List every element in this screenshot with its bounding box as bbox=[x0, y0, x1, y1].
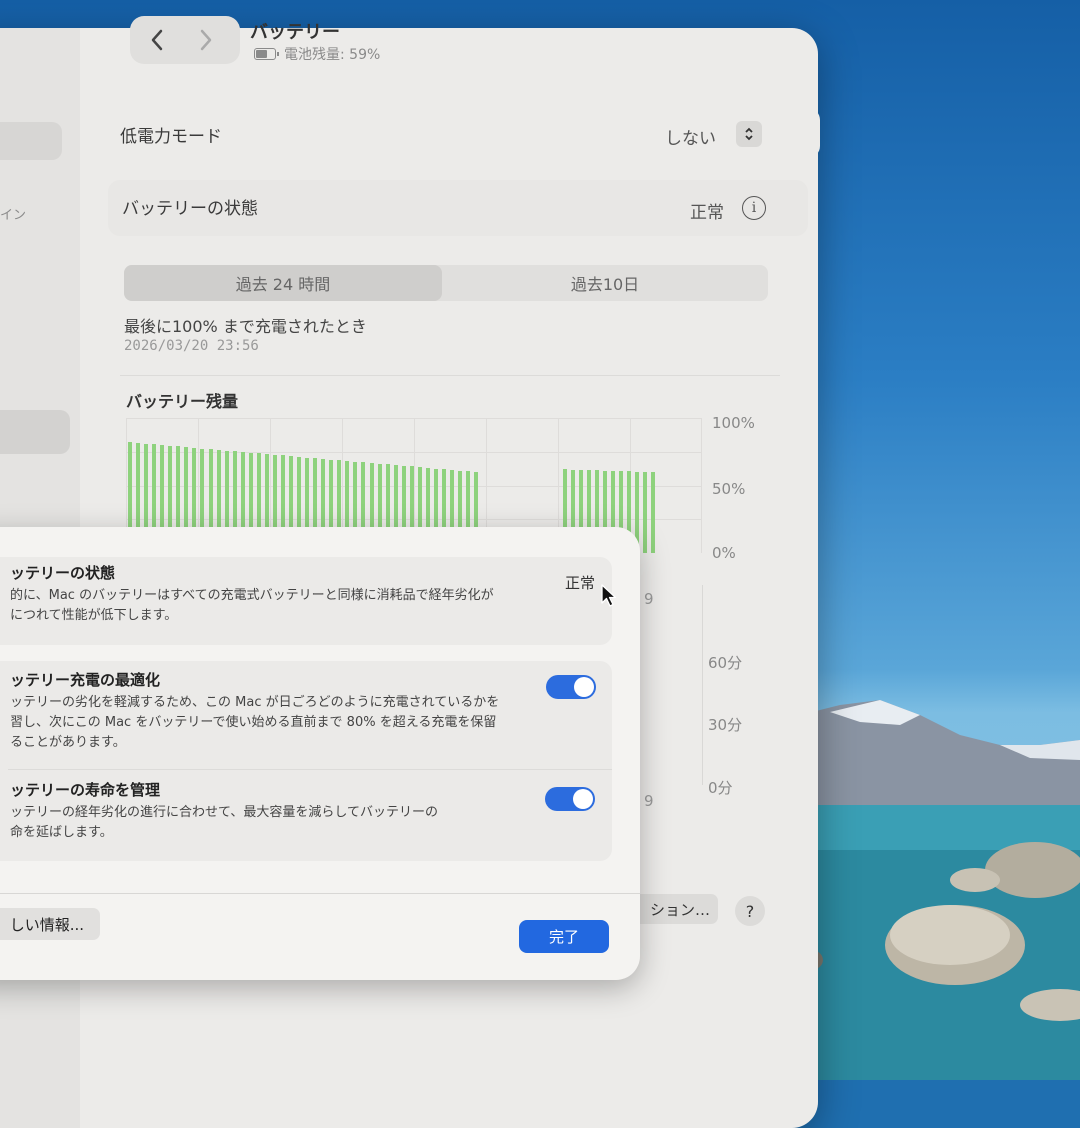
low-power-mode-label: 低電力モード bbox=[120, 127, 222, 147]
y-tick-label: 30分 bbox=[708, 716, 743, 734]
card-title: ッテリーの状態 bbox=[10, 564, 116, 582]
x-tick-label: 9 bbox=[644, 792, 654, 810]
battery-health-status: 正常 bbox=[565, 574, 596, 592]
back-button[interactable] bbox=[137, 22, 177, 58]
chart-axis-line bbox=[702, 585, 703, 785]
manage-battery-longevity-toggle[interactable] bbox=[545, 787, 595, 811]
sidebar-item-battery-selected[interactable] bbox=[0, 410, 70, 454]
battery-level-bar bbox=[643, 471, 648, 553]
sidebar-item-label[interactable]: イン bbox=[0, 204, 26, 223]
done-button[interactable]: 完了 bbox=[519, 920, 609, 953]
battery-health-card: ッテリーの状態 正常 的に、Mac のバッテリーはすべての充電式バッテリーと同様… bbox=[0, 557, 612, 645]
battery-health-value: 正常 bbox=[690, 203, 724, 223]
mouse-cursor-icon bbox=[601, 584, 617, 607]
page-title: バッテリー bbox=[250, 22, 340, 43]
divider bbox=[8, 769, 612, 770]
battery-health-sheet: ッテリーの状態 正常 的に、Mac のバッテリーはすべての充電式バッテリーと同様… bbox=[0, 527, 640, 980]
battery-level-status: 電池残量: 59% bbox=[254, 44, 380, 64]
chevron-right-icon bbox=[200, 29, 212, 51]
low-power-mode-row: 低電力モード しない bbox=[120, 108, 820, 158]
low-power-mode-popup-button[interactable] bbox=[736, 121, 762, 147]
card-description: ッテリーの経年劣化の進行に合わせて、最大容量を減らしてバッテリーの 命を延ばしま… bbox=[10, 805, 438, 840]
divider bbox=[120, 375, 780, 376]
card-title: ッテリーの寿命を管理 bbox=[10, 781, 161, 799]
x-tick-label: 9 bbox=[644, 590, 654, 608]
grid-line bbox=[701, 418, 702, 553]
battery-level-bar bbox=[651, 472, 656, 553]
footer-divider bbox=[0, 893, 640, 894]
last-full-charge-date: 2026/03/20 23:56 bbox=[124, 338, 259, 354]
y-tick-label: 100% bbox=[712, 414, 755, 432]
card-title: ッテリー充電の最適化 bbox=[10, 671, 161, 689]
tab-last-24-hours[interactable]: 過去 24 時間 bbox=[124, 265, 442, 301]
y-tick-label: 0% bbox=[712, 544, 736, 562]
optimized-charging-toggle[interactable] bbox=[546, 675, 596, 699]
battery-health-row: バッテリーの状態 正常 i bbox=[108, 180, 808, 236]
battery-level-chart-title: バッテリー残量 bbox=[126, 392, 239, 411]
last-full-charge-label: 最後に100% まで充電されたとき bbox=[124, 317, 367, 336]
battery-level-text: 電池残量: 59% bbox=[284, 47, 381, 63]
y-tick-label: 50% bbox=[712, 480, 746, 498]
info-icon[interactable]: i bbox=[742, 196, 766, 220]
help-button[interactable]: ? bbox=[735, 896, 765, 926]
y-tick-label: 60分 bbox=[708, 654, 743, 672]
charging-options-group: ッテリー充電の最適化 ッテリーの劣化を軽減するため、この Mac が日ごろどのよ… bbox=[0, 661, 612, 861]
low-power-mode-value[interactable]: しない bbox=[665, 124, 716, 149]
tab-last-10-days[interactable]: 過去10日 bbox=[442, 265, 768, 301]
chevron-left-icon bbox=[151, 29, 163, 51]
sidebar-search-field[interactable] bbox=[0, 122, 62, 160]
y-tick-label: 0分 bbox=[708, 779, 733, 797]
card-description: 的に、Mac のバッテリーはすべての充電式バッテリーと同様に消耗品で経年劣化が … bbox=[10, 588, 494, 623]
time-range-segmented-control: 過去 24 時間 過去10日 bbox=[124, 265, 768, 301]
battery-icon bbox=[254, 48, 279, 60]
card-description: ッテリーの劣化を軽減するため、この Mac が日ごろどのように充電されているかを… bbox=[10, 695, 500, 750]
more-info-button[interactable]: しい情報... bbox=[0, 908, 100, 940]
chevron-up-down-icon bbox=[745, 127, 753, 141]
forward-button[interactable] bbox=[186, 22, 226, 58]
battery-health-label: バッテリーの状態 bbox=[122, 199, 258, 219]
